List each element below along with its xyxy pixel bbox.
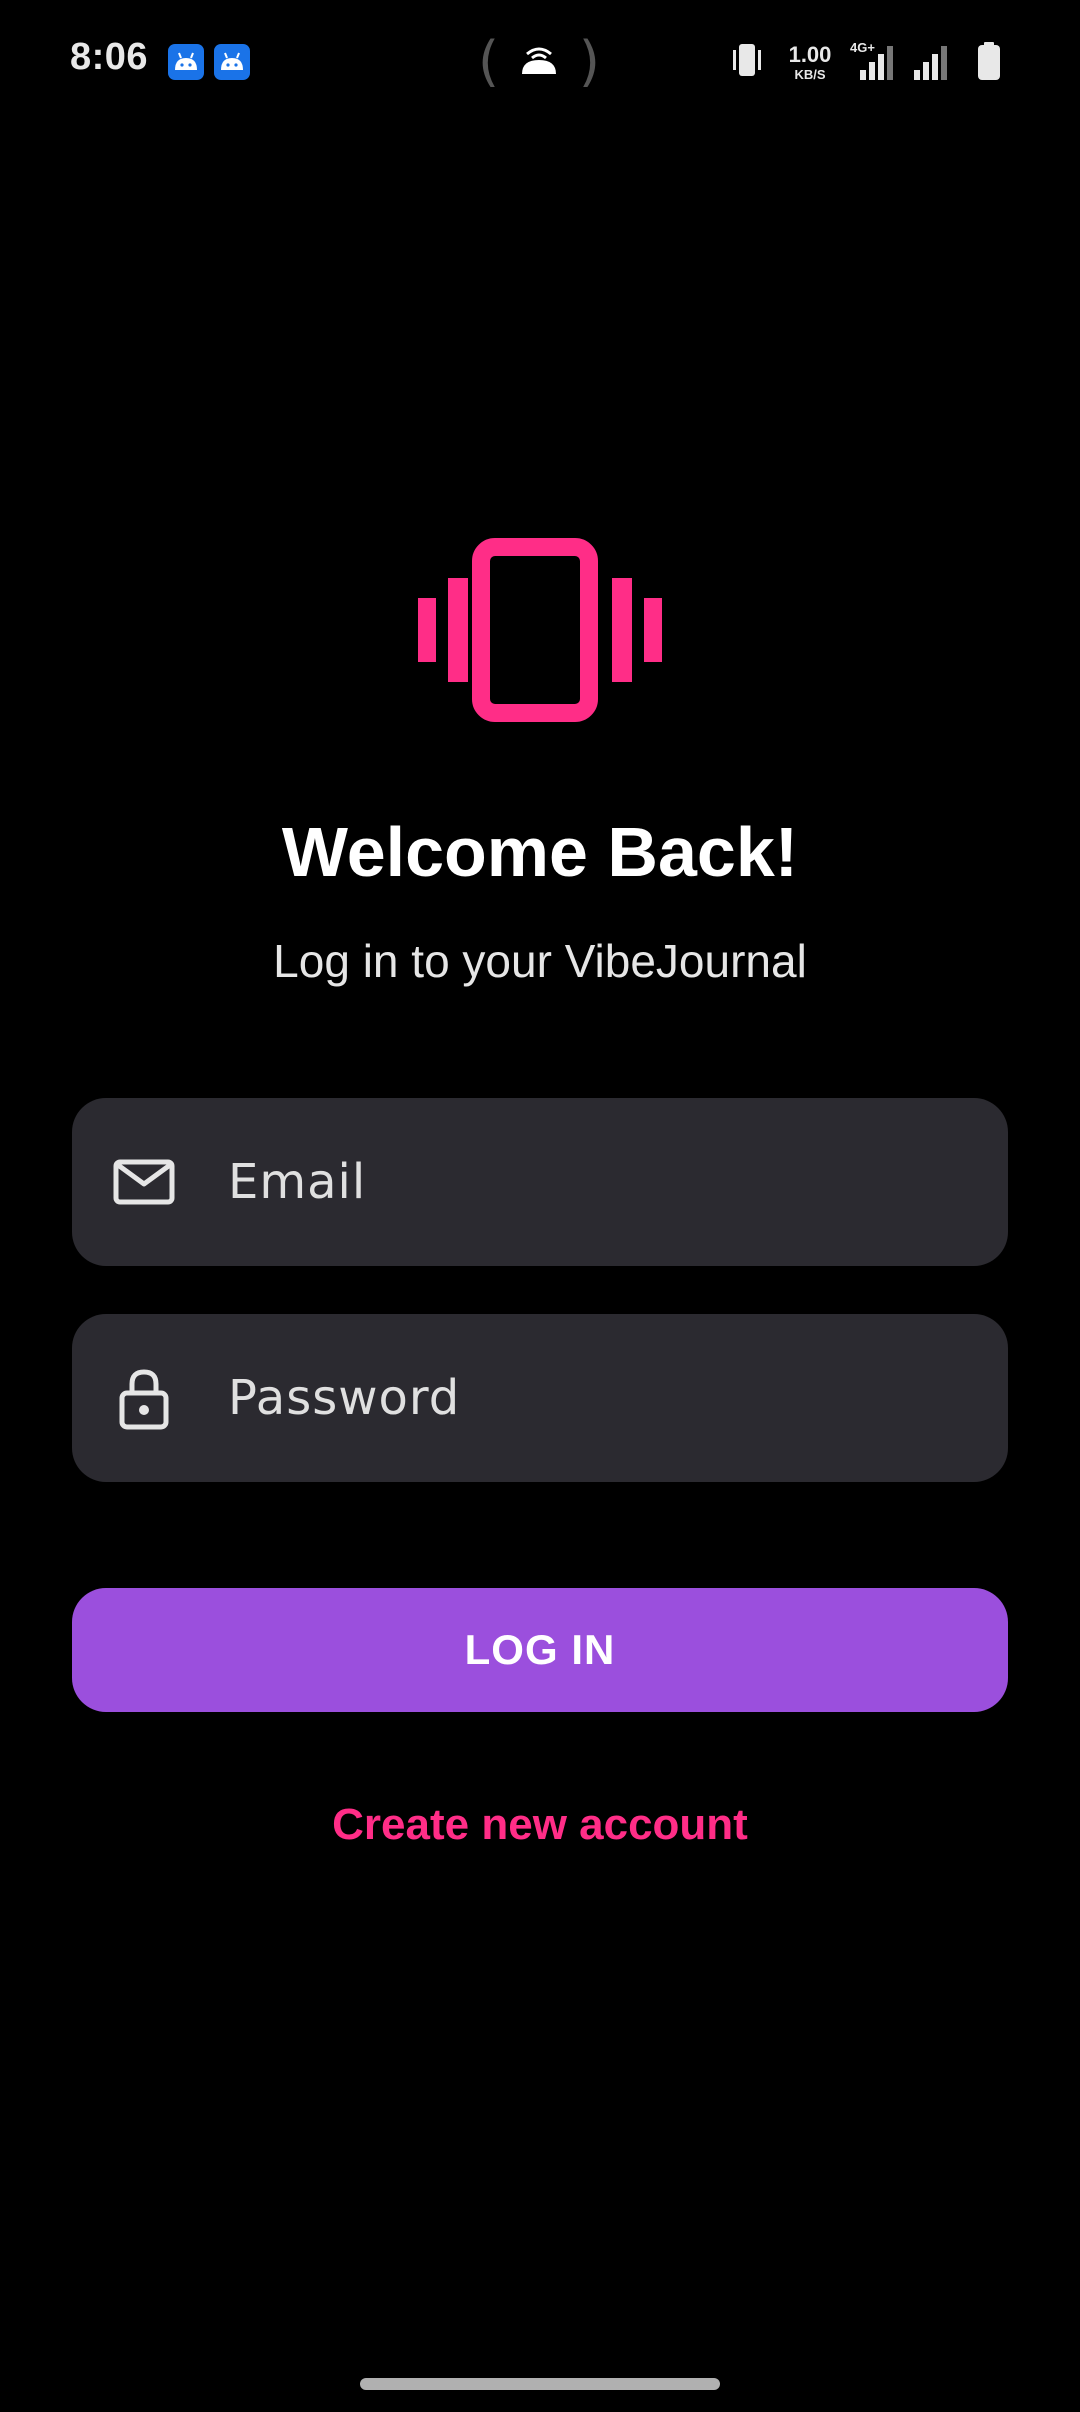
email-input[interactable]: [228, 1098, 968, 1266]
password-field[interactable]: [72, 1314, 1008, 1482]
lock-icon: [119, 1369, 169, 1430]
vibrate-icon: [733, 44, 761, 76]
network-speed-unit: KB/S: [794, 67, 826, 82]
welcome-title: Welcome Back!: [281, 813, 799, 891]
mail-icon: [113, 1159, 175, 1205]
email-field[interactable]: [72, 1098, 1008, 1266]
signal-4g-icon: 4G+: [850, 40, 900, 84]
hotspot-indicator: ( ): [478, 30, 600, 93]
phone-vibrate-icon: [418, 538, 662, 722]
battery-icon: [978, 42, 1000, 80]
hotspot-bracket-right: ): [578, 30, 600, 93]
android-icon: [214, 44, 250, 80]
hotspot-bracket-left: (: [478, 30, 500, 93]
android-icon: [168, 44, 204, 80]
home-indicator[interactable]: [360, 2378, 720, 2390]
status-bar: 8:06 ( ) 1.00 KB/S 4G+: [0, 0, 1080, 120]
password-input[interactable]: [228, 1314, 968, 1482]
hotspot-icon: [522, 47, 556, 74]
welcome-subtitle: Log in to your VibeJournal: [273, 935, 807, 987]
status-time: 8:06: [70, 36, 149, 78]
create-account-link[interactable]: Create new account: [0, 1800, 1080, 1850]
network-speed-value: 1.00: [788, 42, 832, 67]
network-speed: 1.00 KB/S: [780, 42, 840, 82]
signal-icon: [914, 46, 947, 80]
login-button[interactable]: LOG IN: [72, 1588, 1008, 1712]
